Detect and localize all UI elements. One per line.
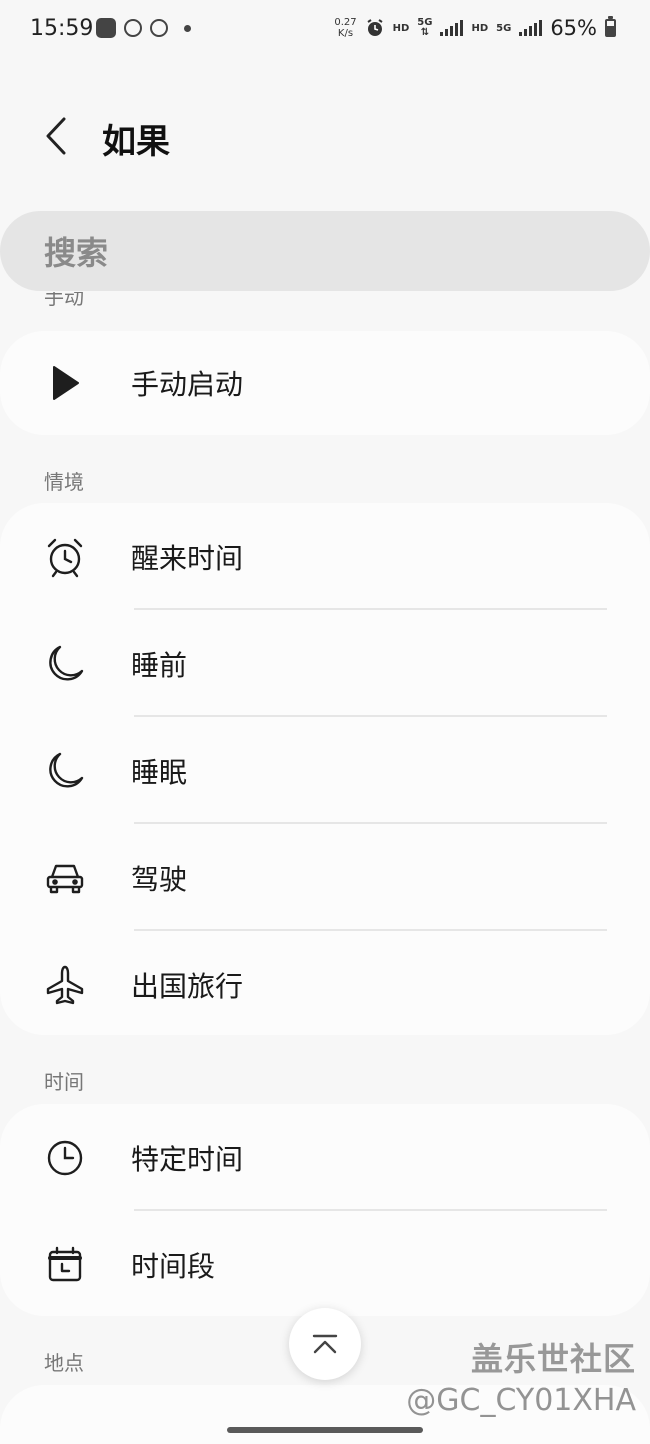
status-bar: 15:59 0.27 K/s HD 5G ⇅ HD 5G 65% (0, 0, 650, 62)
alarm-status-icon (367, 19, 383, 36)
item-label: 驾驶 (131, 862, 188, 896)
battery-percent: 65% (550, 16, 597, 40)
manual-card: 手动启动 (0, 331, 650, 435)
item-label: 睡前 (131, 648, 188, 682)
back-button[interactable] (34, 110, 78, 162)
alarm-clock-icon (44, 536, 86, 578)
net-speed-unit: K/s (337, 28, 354, 39)
moon-icon (44, 643, 86, 685)
list-item-manual-start[interactable]: 手动启动 (0, 331, 650, 435)
section-label-manual: 手动 (44, 292, 164, 314)
list-item-before-bed[interactable]: 睡前 (0, 610, 650, 717)
net-speed: 0.27 K/s (334, 17, 356, 39)
signal-strength-icon (440, 20, 464, 36)
gesture-nav-handle[interactable] (227, 1427, 423, 1433)
list-item-sleep[interactable]: 睡眠 (0, 717, 650, 824)
data-arrows-icon: ⇅ (420, 27, 430, 38)
system-icons: 0.27 K/s HD 5G ⇅ HD 5G 65% (334, 16, 616, 40)
moon-icon (44, 750, 86, 792)
hd-badge-2: HD (471, 22, 489, 34)
list-item-travel-abroad[interactable]: 出国旅行 (0, 931, 650, 1038)
watermark-community: 盖乐世社区 (470, 1340, 636, 1378)
time-card: 特定时间 时间段 (0, 1104, 650, 1316)
hd-badge-1: HD (392, 22, 410, 34)
play-icon (44, 362, 86, 404)
notification-rocket-icon (150, 19, 168, 37)
battery-icon (605, 16, 616, 37)
clock-icon (44, 1137, 86, 1179)
chevron-up-icon (312, 1334, 338, 1354)
more-notifications-icon (184, 24, 191, 32)
section-label-context: 情境 (44, 470, 84, 494)
status-time: 15:59 (30, 16, 94, 41)
section-label-time: 时间 (44, 1070, 84, 1094)
context-card: 醒来时间 睡前 睡眠 驾驶 出国旅行 (0, 503, 650, 1035)
notification-app-icon (96, 18, 116, 38)
section-label-location: 地点 (44, 1351, 84, 1375)
section-label-manual-text: 手动 (44, 292, 84, 309)
search-input[interactable]: 搜索 (0, 211, 650, 291)
chevron-left-icon (46, 117, 66, 155)
item-label: 醒来时间 (131, 541, 244, 575)
scroll-to-top-button[interactable] (289, 1308, 361, 1380)
network-5g-1: 5G ⇅ (417, 18, 432, 38)
list-item-wake-up-time[interactable]: 醒来时间 (0, 503, 650, 610)
search-placeholder: 搜索 (44, 234, 109, 272)
item-label: 手动启动 (131, 368, 244, 401)
signal-strength-icon-2 (519, 20, 543, 36)
page-title: 如果 (102, 122, 170, 162)
airplane-icon (44, 964, 86, 1006)
list-item-specific-time[interactable]: 特定时间 (0, 1104, 650, 1211)
net-speed-value: 0.27 (334, 17, 357, 28)
item-label: 睡眠 (131, 755, 188, 789)
watermark-user: @GC_CY01XHA (406, 1383, 636, 1418)
notification-heart-icon (124, 19, 142, 37)
calendar-clock-icon (44, 1244, 86, 1286)
item-label: 时间段 (131, 1249, 216, 1283)
item-label: 出国旅行 (131, 969, 244, 1003)
list-item-time-period[interactable]: 时间段 (0, 1211, 650, 1318)
car-icon (44, 857, 86, 899)
notification-icons (96, 18, 191, 38)
header: 如果 (0, 96, 650, 176)
list-item-driving[interactable]: 驾驶 (0, 824, 650, 931)
network-type-2: 5G (496, 22, 512, 34)
item-label: 特定时间 (131, 1142, 244, 1176)
